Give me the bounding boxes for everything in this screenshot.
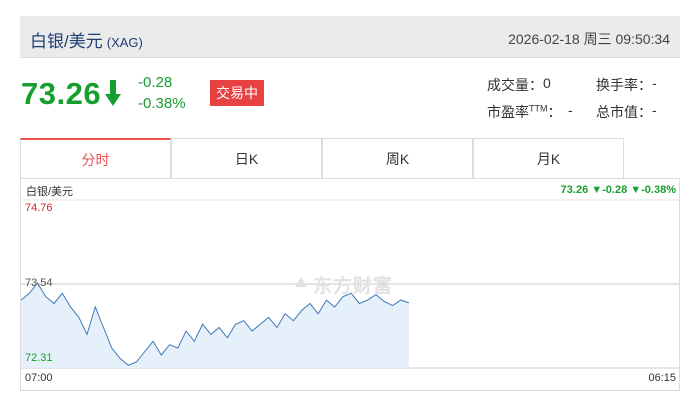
instrument-title: 白银/美元 (XAG) — [30, 32, 143, 51]
turnover-label: 换手率： — [596, 77, 652, 93]
chart-period-tabs: 分时 日K 周K 月K — [20, 138, 624, 178]
market-cap-label: 总市值： — [596, 104, 652, 120]
intraday-chart: 东方财富 白银/美元 73.26 ▼-0.28 ▼-0.38% 74.76 73… — [20, 178, 680, 391]
watermark: 东方财富 — [313, 276, 394, 297]
tab-monthly-k[interactable]: 月K — [473, 138, 624, 178]
price-row: 73.26 -0.28 -0.38% 交易中 成交量： 0 换手率： - 市盈率… — [20, 72, 680, 122]
header-bar: 白银/美元 (XAG) 2026-02-18 周三 09:50:34 — [20, 16, 680, 58]
volume-value: 0 — [543, 75, 551, 91]
chart-quote-line: 73.26 ▼-0.28 ▼-0.38% — [560, 184, 676, 196]
tab-intraday[interactable]: 分时 — [20, 138, 171, 178]
last-price: 73.26 — [21, 76, 102, 111]
y-axis-min-label: 72.31 — [25, 352, 53, 364]
instrument-code: (XAG) — [106, 35, 143, 50]
price-change-percent: -0.38% — [138, 95, 186, 112]
pe-ttm-sup: TTM — [529, 103, 548, 114]
x-axis-end-label: 06:15 — [648, 372, 676, 384]
pe-label: 市盈率TTM： — [487, 103, 562, 120]
price-change: -0.28 — [138, 74, 173, 91]
turnover-value: - — [652, 75, 657, 91]
market-cap-value: - — [652, 102, 657, 118]
y-axis-max-label: 74.76 — [25, 202, 53, 214]
y-axis-reference-label: 73.54 — [25, 277, 53, 289]
watermark-logo-icon — [295, 277, 307, 287]
quote-datetime: 2026-02-18 周三 09:50:34 — [508, 31, 670, 47]
tab-daily-k[interactable]: 日K — [171, 138, 322, 178]
pe-value: - — [568, 102, 573, 118]
volume-label: 成交量： — [487, 77, 543, 93]
chart-instrument-label: 白银/美元 — [26, 186, 74, 198]
tab-weekly-k[interactable]: 周K — [322, 138, 473, 178]
x-axis-start-label: 07:00 — [25, 372, 53, 384]
trading-status-badge: 交易中 — [210, 80, 264, 106]
down-arrow-icon — [105, 80, 121, 106]
